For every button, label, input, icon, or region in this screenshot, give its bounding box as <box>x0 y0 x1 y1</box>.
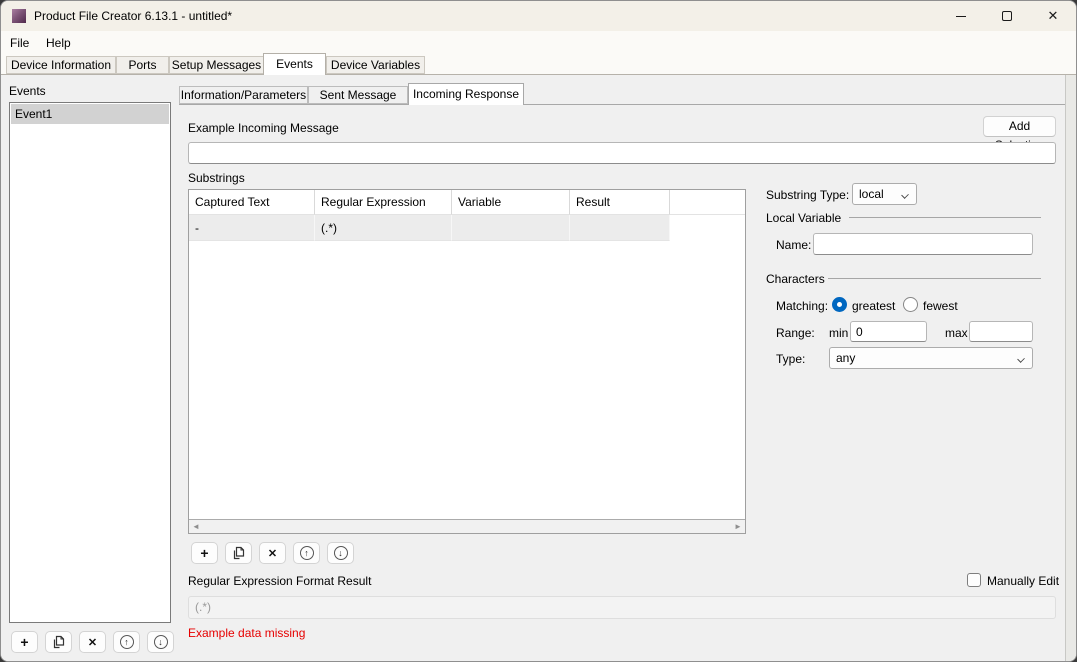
range-max-label: max <box>945 326 968 340</box>
cell-result[interactable] <box>570 215 670 241</box>
substring-move-up-button[interactable]: ↑ <box>293 542 320 564</box>
chevron-down-icon <box>901 191 909 199</box>
tab-device-information[interactable]: Device Information <box>6 56 116 74</box>
column-header-result[interactable]: Result <box>570 190 670 215</box>
characters-group-line <box>828 278 1041 279</box>
subtab-pane-border <box>179 104 1065 105</box>
name-input[interactable] <box>813 233 1033 255</box>
substring-move-down-button[interactable]: ↓ <box>327 542 354 564</box>
app-window: Product File Creator 6.13.1 - untitled* … <box>0 0 1077 662</box>
substring-add-button[interactable]: + <box>191 542 218 564</box>
down-arrow-icon: ↓ <box>334 546 348 560</box>
substring-type-dropdown[interactable]: local <box>852 183 917 205</box>
cell-filler <box>670 215 745 241</box>
plus-icon: + <box>20 635 28 649</box>
range-max-input[interactable] <box>969 321 1033 342</box>
substrings-toolbar: + ✕ ↑ ↓ <box>191 542 354 564</box>
event-copy-button[interactable] <box>45 631 72 653</box>
format-result-label: Regular Expression Format Result <box>188 574 371 588</box>
manually-edit-checkbox[interactable] <box>967 573 981 587</box>
table-header-row: Captured Text Regular Expression Variabl… <box>189 190 745 215</box>
manually-edit-label: Manually Edit <box>987 574 1059 588</box>
example-incoming-message-input[interactable] <box>188 142 1056 164</box>
subtab-information-parameters[interactable]: Information/Parameters <box>179 86 308 104</box>
chevron-down-icon <box>1017 355 1025 363</box>
type-value: any <box>836 351 855 365</box>
characters-group-label: Characters <box>766 272 825 286</box>
tab-device-variables[interactable]: Device Variables <box>326 56 425 74</box>
radio-fewest-label[interactable]: fewest <box>923 299 958 313</box>
events-list[interactable]: Event1 <box>9 102 171 623</box>
up-arrow-icon: ↑ <box>120 635 134 649</box>
copy-icon <box>232 546 245 560</box>
delete-x-icon: ✕ <box>88 636 97 649</box>
list-item-event1[interactable]: Event1 <box>11 104 169 124</box>
substring-type-label: Substring Type: <box>766 188 849 202</box>
cell-captured-text[interactable]: - <box>189 215 315 241</box>
menu-help[interactable]: Help <box>37 34 80 52</box>
format-result-field: (.*) <box>188 596 1056 619</box>
range-min-input[interactable] <box>850 321 927 342</box>
maximize-icon <box>1002 11 1012 21</box>
down-arrow-icon: ↓ <box>154 635 168 649</box>
event-add-button[interactable]: + <box>11 631 38 653</box>
event-move-up-button[interactable]: ↑ <box>113 631 140 653</box>
event-delete-button[interactable]: ✕ <box>79 631 106 653</box>
minimize-button[interactable] <box>938 1 984 31</box>
subtab-incoming-response[interactable]: Incoming Response <box>408 83 524 105</box>
add-selection-button[interactable]: Add Selection <box>983 116 1056 137</box>
app-icon <box>12 9 26 23</box>
close-button[interactable]: ✕ <box>1030 1 1076 31</box>
range-label: Range: <box>776 326 815 340</box>
column-header-captured-text[interactable]: Captured Text <box>189 190 315 215</box>
subtab-sent-message[interactable]: Sent Message <box>308 86 408 104</box>
window-title: Product File Creator 6.13.1 - untitled* <box>34 9 232 23</box>
substring-delete-button[interactable]: ✕ <box>259 542 286 564</box>
radio-greatest[interactable] <box>832 297 847 312</box>
column-header-variable[interactable]: Variable <box>452 190 570 215</box>
local-variable-group-line <box>849 217 1041 218</box>
type-label: Type: <box>776 352 805 366</box>
scroll-left-icon[interactable]: ◄ <box>189 520 203 533</box>
radio-greatest-label[interactable]: greatest <box>852 299 895 313</box>
substring-type-value: local <box>859 187 884 201</box>
type-dropdown[interactable]: any <box>829 347 1033 369</box>
range-min-label: min <box>829 326 848 340</box>
substrings-table-body: Captured Text Regular Expression Variabl… <box>189 190 745 519</box>
local-variable-group-label: Local Variable <box>766 211 841 225</box>
close-icon: ✕ <box>1048 8 1059 24</box>
maximize-button[interactable] <box>984 1 1030 31</box>
column-header-regular-expression[interactable]: Regular Expression <box>315 190 452 215</box>
minimize-icon <box>956 16 966 17</box>
tab-events[interactable]: Events <box>263 53 326 75</box>
plus-icon: + <box>200 546 208 560</box>
name-label: Name: <box>776 238 811 252</box>
table-horizontal-scrollbar[interactable]: ◄ ► <box>189 519 745 533</box>
radio-fewest[interactable] <box>903 297 918 312</box>
tab-ports[interactable]: Ports <box>116 56 169 74</box>
events-toolbar: + ✕ ↑ ↓ <box>11 631 174 653</box>
cell-regular-expression[interactable]: (.*) <box>315 215 452 241</box>
substring-copy-button[interactable] <box>225 542 252 564</box>
example-incoming-message-label: Example Incoming Message <box>188 121 339 135</box>
substrings-label: Substrings <box>188 171 245 185</box>
table-row[interactable]: - (.*) <box>189 215 745 241</box>
status-message: Example data missing <box>188 626 305 640</box>
substrings-table[interactable]: Captured Text Regular Expression Variabl… <box>188 189 746 534</box>
matching-label: Matching: <box>776 299 828 313</box>
event-move-down-button[interactable]: ↓ <box>147 631 174 653</box>
tab-setup-messages[interactable]: Setup Messages <box>169 56 264 74</box>
title-bar: Product File Creator 6.13.1 - untitled* … <box>1 1 1076 31</box>
scroll-right-icon[interactable]: ► <box>731 520 745 533</box>
up-arrow-icon: ↑ <box>300 546 314 560</box>
menu-file[interactable]: File <box>1 34 38 52</box>
cell-variable[interactable] <box>452 215 570 241</box>
events-panel-title: Events <box>9 84 46 98</box>
delete-x-icon: ✕ <box>268 547 277 560</box>
column-header-filler <box>670 190 745 215</box>
window-right-gutter <box>1065 75 1077 662</box>
copy-icon <box>52 635 65 649</box>
